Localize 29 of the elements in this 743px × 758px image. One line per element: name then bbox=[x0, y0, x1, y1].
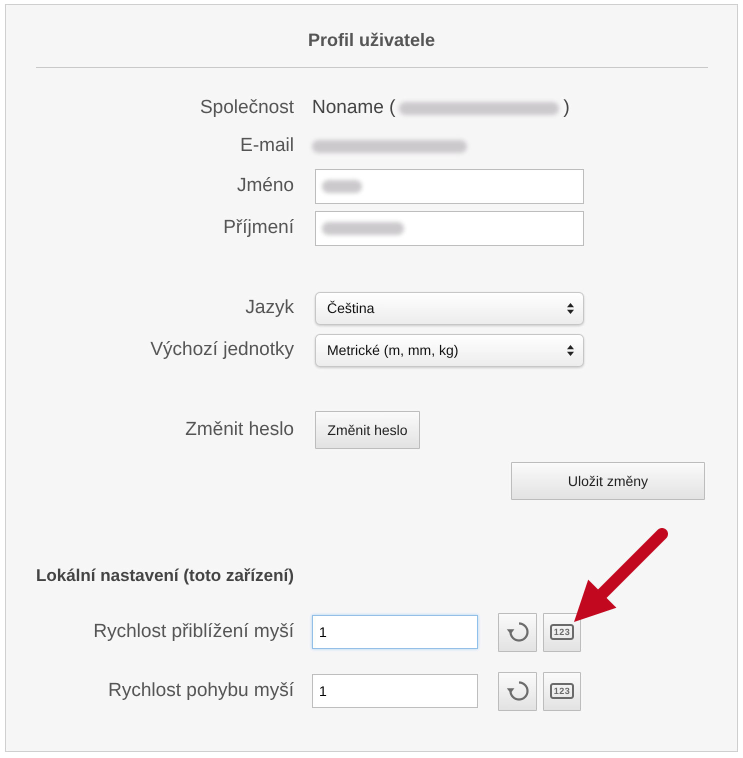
closing-parenthesis: ) bbox=[563, 97, 570, 119]
number-field[interactable]: 1 bbox=[312, 674, 478, 708]
field-label: Změnit heslo bbox=[185, 419, 294, 441]
dropdown-select[interactable]: Metrické (m, mm, kg) bbox=[315, 334, 584, 366]
reset-button[interactable] bbox=[498, 612, 537, 652]
circular-arrow-icon bbox=[506, 620, 530, 644]
text-field[interactable] bbox=[315, 168, 584, 204]
text-field[interactable] bbox=[315, 210, 584, 246]
dropdown-select[interactable]: Čeština bbox=[315, 292, 584, 324]
field-label: Příjmení bbox=[223, 217, 294, 239]
save-button[interactable]: Uložit změny bbox=[511, 462, 705, 500]
field-label: Jazyk bbox=[245, 297, 294, 319]
field-label: Rychlost přiblížení myší bbox=[93, 621, 294, 643]
company-name: Noname ( bbox=[312, 97, 396, 119]
number-format-button[interactable]: 123 bbox=[543, 612, 581, 652]
number-format-button[interactable]: 123 bbox=[543, 672, 581, 710]
section-heading: Lokální nastavení (toto zařízení) bbox=[36, 565, 294, 587]
field-label: Rychlost pohybu myší bbox=[108, 680, 294, 702]
up-down-arrows-icon bbox=[567, 344, 574, 356]
circular-arrow-icon bbox=[506, 679, 530, 703]
number-field[interactable]: 1 bbox=[312, 615, 478, 649]
panel-title: Profil uživatele bbox=[308, 29, 436, 52]
field-label: Společnost bbox=[200, 97, 294, 119]
field-label: Jméno bbox=[236, 175, 294, 197]
up-down-arrows-icon bbox=[567, 302, 574, 314]
reset-button[interactable] bbox=[498, 672, 537, 710]
field-label: E-mail bbox=[240, 135, 294, 157]
change-password-button[interactable]: Změnit heslo bbox=[315, 411, 420, 449]
field-label: Výchozí jednotky bbox=[150, 339, 294, 361]
